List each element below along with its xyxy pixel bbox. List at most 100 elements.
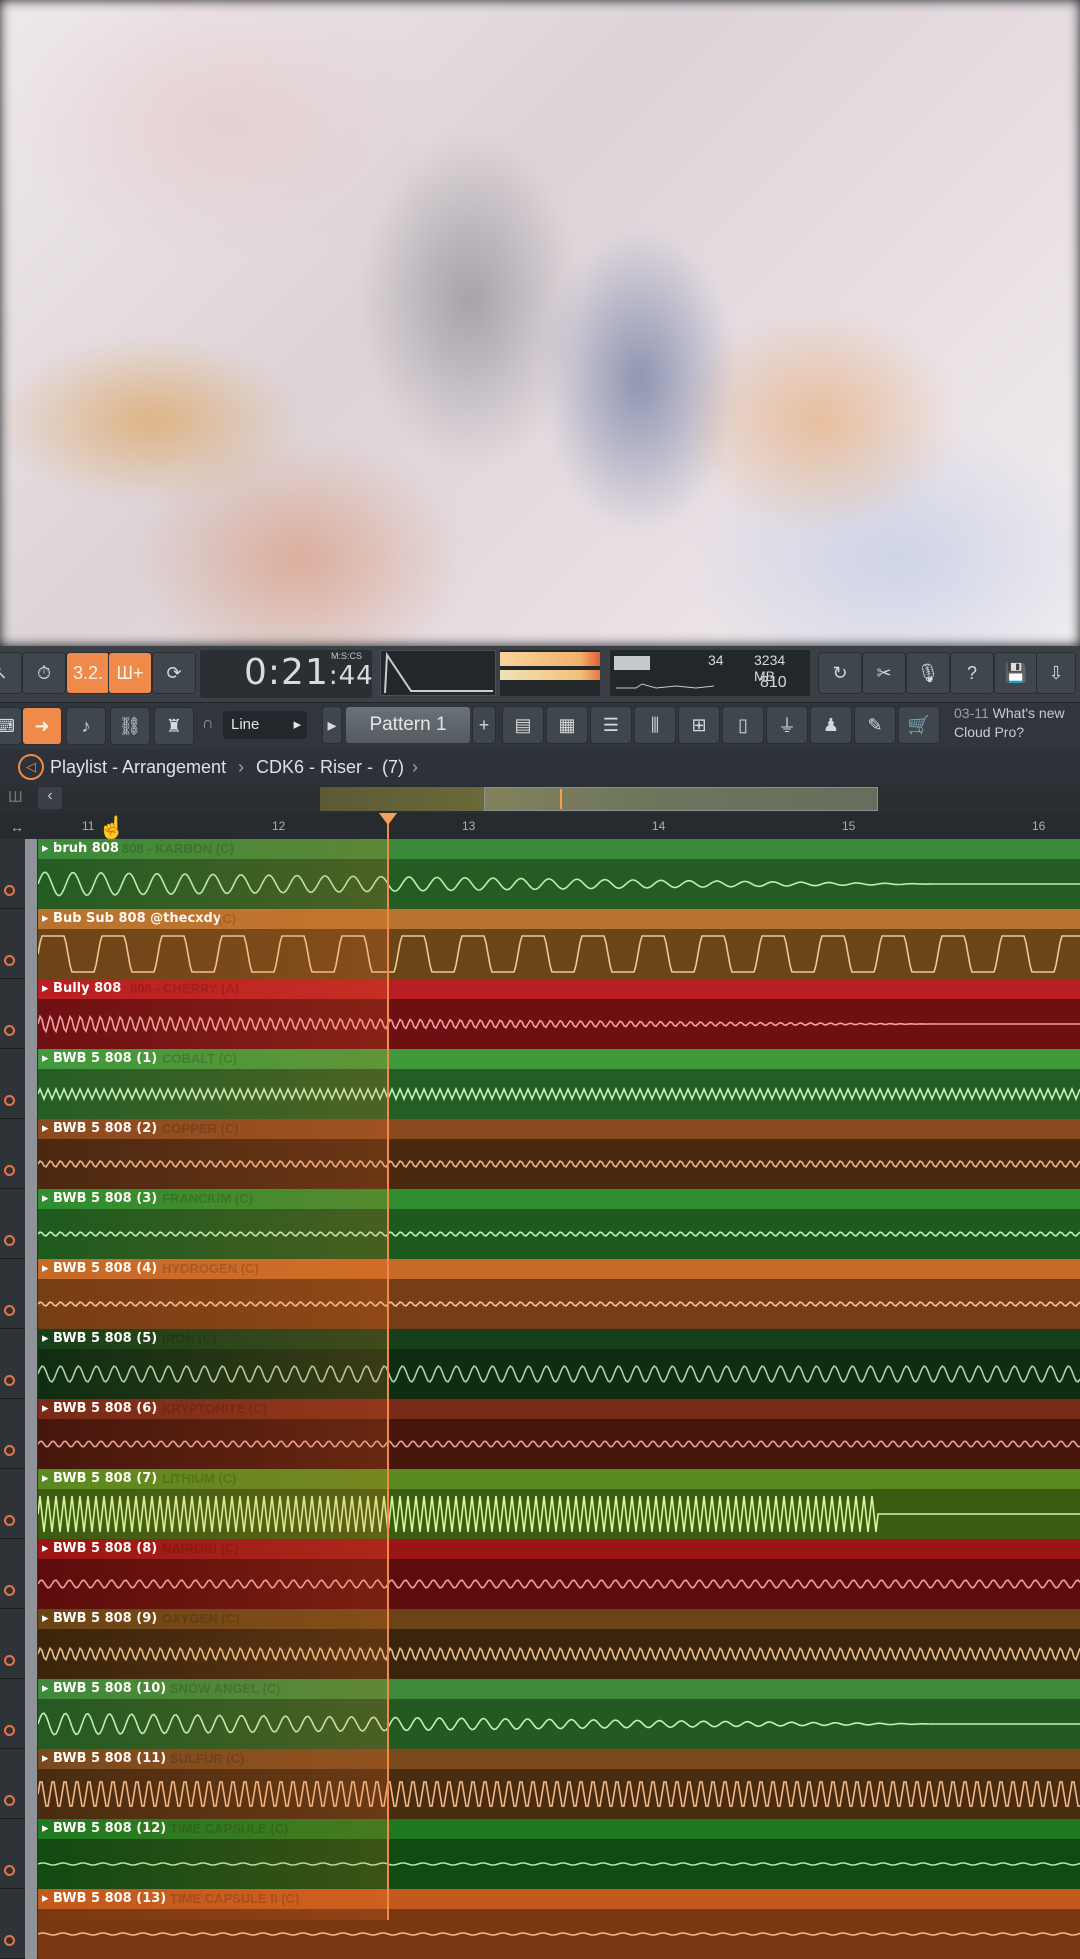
- stamp-icon[interactable]: ♜: [154, 707, 194, 745]
- track-header[interactable]: [0, 909, 38, 979]
- slide-icon[interactable]: ♪: [66, 707, 106, 745]
- help-icon[interactable]: ?: [950, 652, 994, 694]
- track-row[interactable]: ▸ BWB 5 808 (3) FRANCIUM (C): [0, 1189, 1080, 1259]
- track-header[interactable]: [0, 1259, 38, 1329]
- track-header[interactable]: [0, 1049, 38, 1119]
- mute-icon[interactable]: [4, 1235, 15, 1246]
- snap-button[interactable]: Ш+: [108, 652, 152, 694]
- track-row[interactable]: ▸ BWB 5 808 (6) KRYPTONITE (C): [0, 1399, 1080, 1469]
- audio-clip[interactable]: ▸ BWB 5 808 (11) SULFUR (C): [38, 1749, 1080, 1819]
- track-row[interactable]: ▸ BWB 5 808 (11) SULFUR (C): [0, 1749, 1080, 1819]
- browser-icon[interactable]: ⊞: [678, 706, 720, 744]
- audio-clip[interactable]: ▸ bruh 808 808 - KARBON (C): [38, 839, 1080, 909]
- track-row[interactable]: ▸ Bub Sub 808 @thecxdy (C): [0, 909, 1080, 979]
- track-header[interactable]: [0, 839, 38, 909]
- track-row[interactable]: ▸ BWB 5 808 (7) LITHIUM (C): [0, 1469, 1080, 1539]
- audio-clip[interactable]: ▸ BWB 5 808 (12) TIME CAPSULE (C): [38, 1819, 1080, 1889]
- track-header[interactable]: [0, 1819, 38, 1889]
- track-resize-handle[interactable]: [25, 1399, 37, 1469]
- track-header[interactable]: [0, 979, 38, 1049]
- audio-clip[interactable]: ▸ BWB 5 808 (3) FRANCIUM (C): [38, 1189, 1080, 1259]
- cart-icon[interactable]: 🛒: [898, 706, 940, 744]
- plugin-icon[interactable]: ⏚: [766, 706, 808, 744]
- playhead-marker-icon[interactable]: [379, 813, 397, 825]
- timeline-ruler[interactable]: ↔ 11 12 13 14 15 16: [0, 813, 1080, 839]
- track-row[interactable]: ▸ BWB 5 808 (2) COPPER (C): [0, 1119, 1080, 1189]
- track-header[interactable]: [0, 1329, 38, 1399]
- channel-rack-icon[interactable]: ☰: [590, 706, 632, 744]
- microphone-icon[interactable]: 🎙: [906, 652, 950, 694]
- snap-icon[interactable]: Ш: [8, 789, 23, 807]
- playlist-icon[interactable]: ▤: [502, 706, 544, 744]
- mixer-icon[interactable]: ⫼: [634, 706, 676, 744]
- track-row[interactable]: ▸ BWB 5 808 (13) TIME CAPSULE II (C): [0, 1889, 1080, 1959]
- track-row[interactable]: ▸ BWB 5 808 (9) OXYGEN (C): [0, 1609, 1080, 1679]
- track-resize-handle[interactable]: [25, 1539, 37, 1609]
- mute-icon[interactable]: [4, 1585, 15, 1596]
- track-resize-handle[interactable]: [25, 839, 37, 909]
- track-header[interactable]: [0, 1679, 38, 1749]
- playlist-logo-icon[interactable]: ◁: [18, 754, 44, 780]
- audio-clip[interactable]: ▸ BWB 5 808 (7) LITHIUM (C): [38, 1469, 1080, 1539]
- undo-icon[interactable]: ↻: [818, 652, 862, 694]
- mute-icon[interactable]: [4, 1375, 15, 1386]
- track-row[interactable]: ▸ BWB 5 808 (4) HYDROGEN (C): [0, 1259, 1080, 1329]
- project-file-icon[interactable]: ▯: [722, 706, 764, 744]
- mute-icon[interactable]: [4, 1725, 15, 1736]
- breadcrumb[interactable]: CDK6 - Riser -: [256, 757, 373, 778]
- track-row[interactable]: ▸ BWB 5 808 (5) IRON (C): [0, 1329, 1080, 1399]
- track-resize-handle[interactable]: [25, 1329, 37, 1399]
- audio-clip[interactable]: ▸ BWB 5 808 (13) TIME CAPSULE II (C): [38, 1889, 1080, 1959]
- record-mode-button[interactable]: 3.2.: [66, 652, 110, 694]
- track-row[interactable]: ▸ BWB 5 808 (8) NAIROBI (C): [0, 1539, 1080, 1609]
- audio-clip[interactable]: ▸ BWB 5 808 (1) COBALT (C): [38, 1049, 1080, 1119]
- mute-icon[interactable]: [4, 1515, 15, 1526]
- mute-icon[interactable]: [4, 1795, 15, 1806]
- scroll-left-button[interactable]: ‹: [38, 787, 62, 809]
- link-icon[interactable]: ⛓: [110, 707, 150, 745]
- track-row[interactable]: ▸ BWB 5 808 (12) TIME CAPSULE (C): [0, 1819, 1080, 1889]
- track-row[interactable]: ▸ Bully 808 808 - CHERRY (A): [0, 979, 1080, 1049]
- track-resize-handle[interactable]: [25, 979, 37, 1049]
- audio-clip[interactable]: ▸ Bub Sub 808 @thecxdy (C): [38, 909, 1080, 979]
- track-resize-handle[interactable]: [25, 1469, 37, 1539]
- zoom-arrows-icon[interactable]: ↔: [10, 819, 24, 835]
- track-row[interactable]: ▸ BWB 5 808 (1) COBALT (C): [0, 1049, 1080, 1119]
- track-header[interactable]: [0, 1889, 38, 1959]
- track-resize-handle[interactable]: [25, 1259, 37, 1329]
- playhead[interactable]: [387, 813, 389, 1920]
- track-resize-handle[interactable]: [25, 1749, 37, 1819]
- audio-clip[interactable]: ▸ BWB 5 808 (6) KRYPTONITE (C): [38, 1399, 1080, 1469]
- track-header[interactable]: [0, 1749, 38, 1819]
- mute-icon[interactable]: [4, 1865, 15, 1876]
- track-resize-handle[interactable]: [25, 1049, 37, 1119]
- track-header[interactable]: [0, 1539, 38, 1609]
- track-resize-handle[interactable]: [25, 1679, 37, 1749]
- mute-icon[interactable]: [4, 955, 15, 966]
- performance-icon[interactable]: ♟: [810, 706, 852, 744]
- metronome-icon[interactable]: ⏱: [22, 652, 66, 694]
- arrow-icon[interactable]: ↖: [0, 652, 22, 694]
- track-resize-handle[interactable]: [25, 1119, 37, 1189]
- save-icon[interactable]: 💾: [994, 652, 1038, 694]
- save-new-icon[interactable]: ⇩: [1036, 652, 1076, 694]
- track-row[interactable]: ▸ BWB 5 808 (10) SNOW ANGEL (C): [0, 1679, 1080, 1749]
- audio-clip[interactable]: ▸ Bully 808 808 - CHERRY (A): [38, 979, 1080, 1049]
- mute-icon[interactable]: [4, 1165, 15, 1176]
- tempo-tap-icon[interactable]: ✎: [854, 706, 896, 744]
- playlist-overview[interactable]: Ш ‹: [0, 785, 1080, 813]
- track-header[interactable]: [0, 1399, 38, 1469]
- typing-keyboard-icon[interactable]: ⌨: [0, 707, 22, 745]
- track-resize-handle[interactable]: [25, 1609, 37, 1679]
- mute-icon[interactable]: [4, 1305, 15, 1316]
- mute-icon[interactable]: [4, 1935, 15, 1946]
- mute-icon[interactable]: [4, 885, 15, 896]
- track-area[interactable]: ▸ bruh 808 808 - KARBON (C) ▸ Bub Sub 808 …: [0, 839, 1080, 1959]
- mute-icon[interactable]: [4, 1655, 15, 1666]
- track-row[interactable]: ▸ bruh 808 808 - KARBON (C): [0, 839, 1080, 909]
- audio-clip[interactable]: ▸ BWB 5 808 (4) HYDROGEN (C): [38, 1259, 1080, 1329]
- mute-icon[interactable]: [4, 1445, 15, 1456]
- loop-record-icon[interactable]: ⟳: [152, 652, 196, 694]
- track-resize-handle[interactable]: [25, 1889, 37, 1959]
- audio-clip[interactable]: ▸ BWB 5 808 (5) IRON (C): [38, 1329, 1080, 1399]
